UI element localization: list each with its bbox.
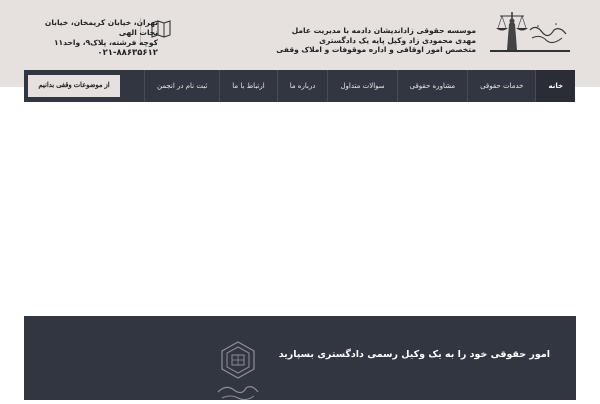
endowment-organization-emblem — [216, 340, 260, 401]
scales-of-justice-logo — [490, 12, 570, 52]
nav-item-home[interactable]: خانه — [535, 70, 575, 102]
nav-menu: خانه خدمات حقوقی مشاوره حقوقی سوالات متد… — [143, 70, 575, 102]
site-logo[interactable] — [486, 10, 574, 56]
phone-number[interactable]: ۰۲۱-۸۸۶۳۵۶۱۲ — [38, 48, 158, 58]
main-navbar: خانه خدمات حقوقی مشاوره حقوقی سوالات متد… — [24, 70, 575, 102]
nav-item-legal-services[interactable]: خدمات حقوقی — [467, 70, 535, 102]
site-header: موسسه حقوقی زاداندیشان دادمه با مدیریت ع… — [0, 0, 600, 70]
nav-item-register[interactable]: ثبت نام در انجمن — [143, 70, 219, 102]
promo-banner: امور حقوقی خود را به یک وکیل رسمی دادگست… — [24, 316, 576, 401]
waqf-topics-button[interactable]: از موضوعات وقفی بدانیم — [28, 75, 120, 97]
company-line-2: مهدی محمودی زاد وکیل پایه یک دادگستری — [319, 35, 476, 45]
banner-headline: امور حقوقی خود را به یک وکیل رسمی دادگست… — [278, 349, 550, 360]
nav-item-about[interactable]: درباره ما — [276, 70, 328, 102]
address-line-2: کوچه فرشته، پلاک۹، واحد۱۱ — [53, 38, 158, 47]
contact-info: تهران، خیابان کریمخان، خیابان نجات الهی … — [38, 18, 158, 58]
nav-item-legal-consulting[interactable]: مشاوره حقوقی — [396, 70, 467, 102]
nav-item-faq[interactable]: سوالات متداول — [327, 70, 396, 102]
company-description: موسسه حقوقی زاداندیشان دادمه با مدیریت ع… — [266, 26, 476, 55]
company-line-3: متخصص امور اوقافی و اداره موقوفات و املا… — [276, 45, 476, 54]
company-line-1: موسسه حقوقی زاداندیشان دادمه با مدیریت ع… — [291, 26, 476, 35]
address-line-1: تهران، خیابان کریمخان، خیابان نجات الهی — [44, 18, 158, 37]
nav-item-contact[interactable]: ارتباط با ما — [219, 70, 276, 102]
